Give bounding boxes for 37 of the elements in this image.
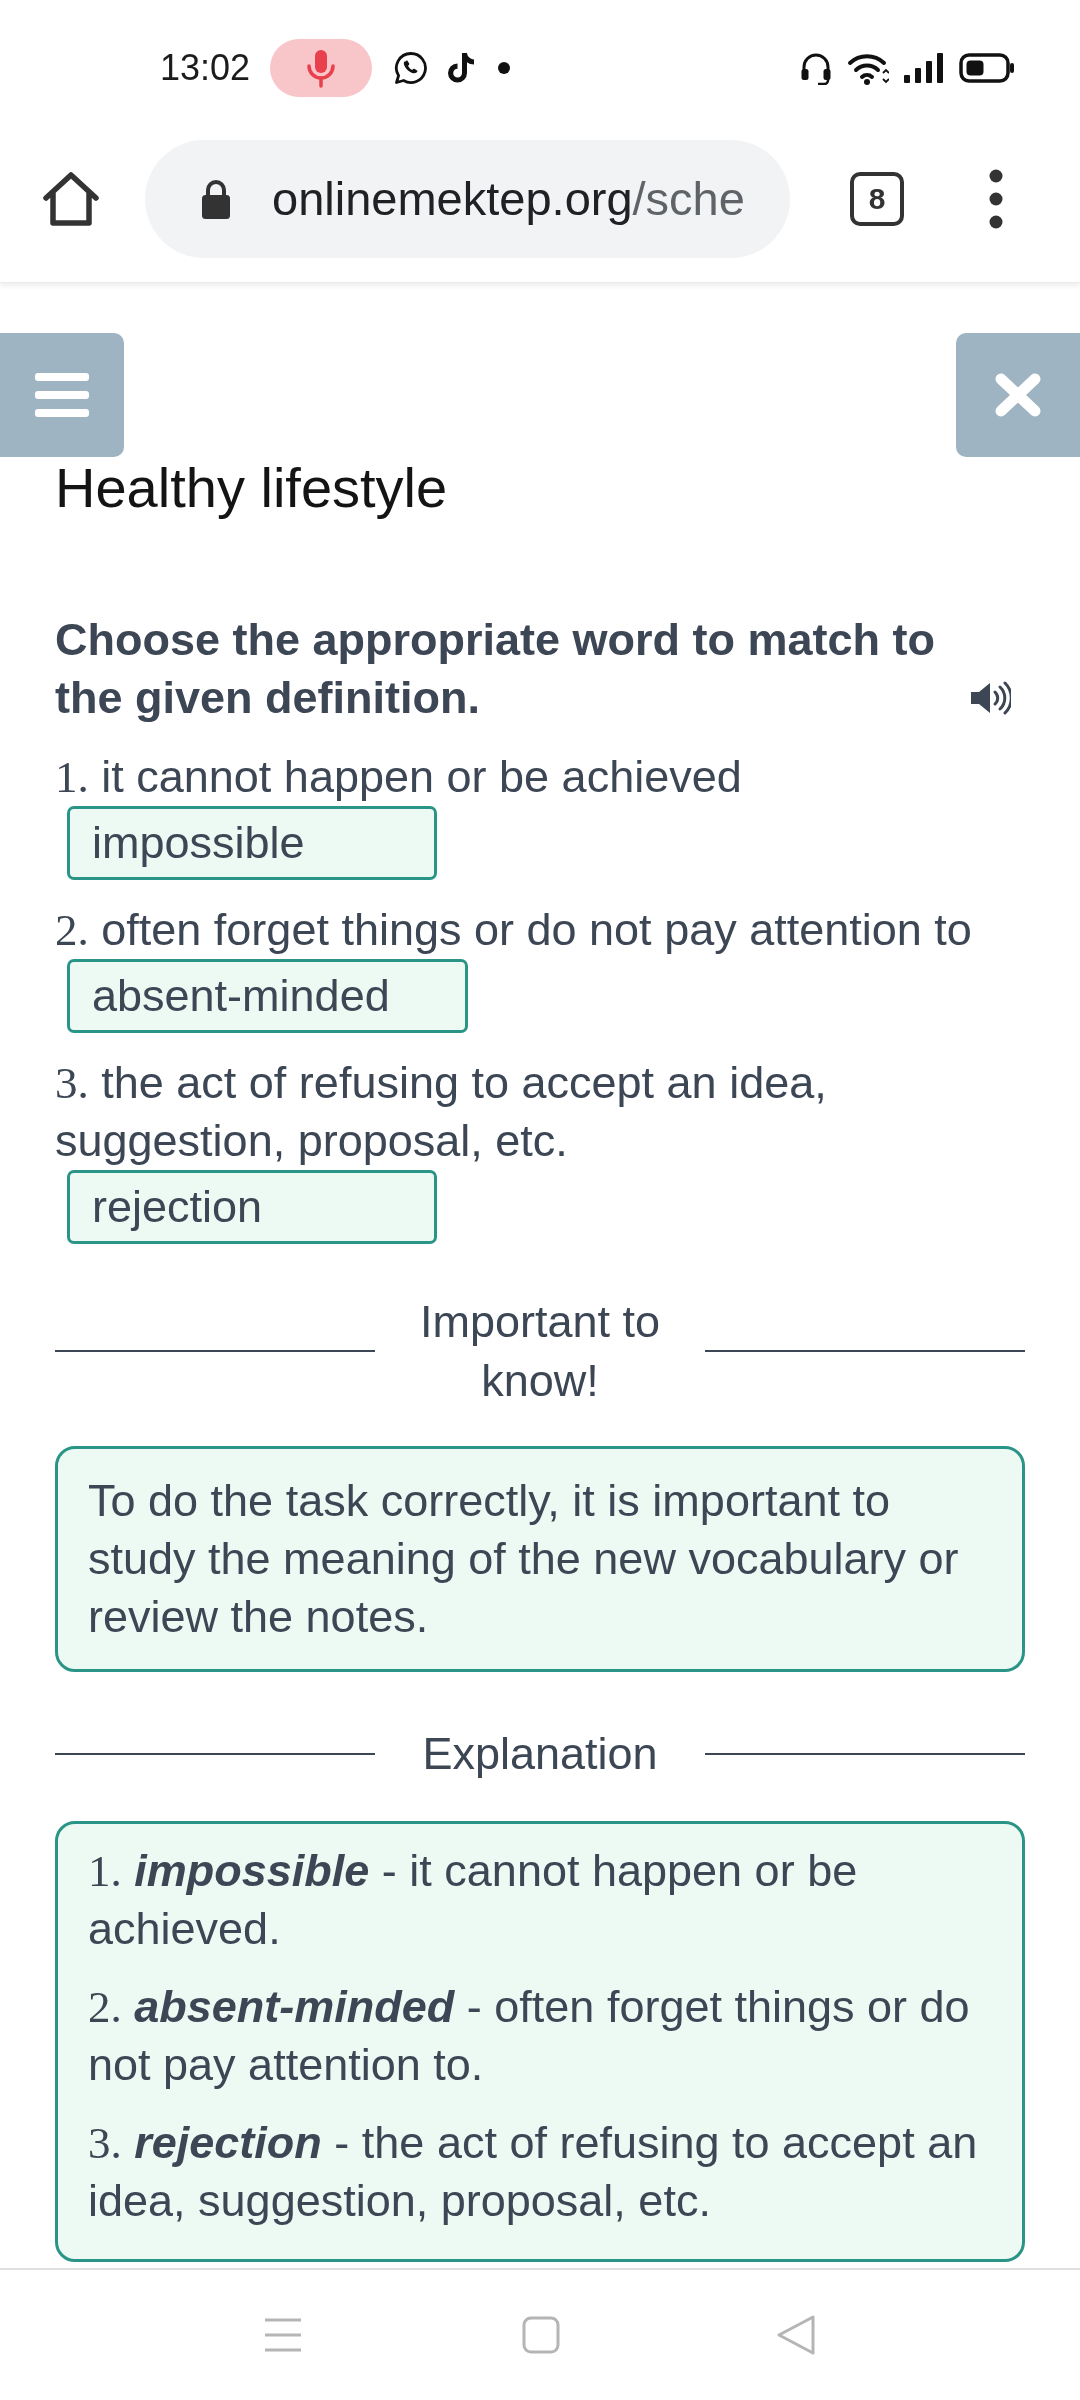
answer-field[interactable]: absent-minded [67, 959, 468, 1033]
page-title: Healthy lifestyle [55, 455, 448, 521]
url-text: onlinemektep.org/sche [272, 171, 745, 226]
battery-icon [959, 53, 1015, 83]
clock-time: 13:02 [160, 47, 251, 89]
chat-phone-icon [394, 51, 429, 85]
question-text: 2. often forget things or do not pay attention to [55, 903, 972, 957]
answer-field[interactable]: impossible [67, 806, 437, 880]
home-icon[interactable] [42, 170, 100, 227]
menu-icon [35, 373, 89, 417]
back-icon[interactable] [775, 2314, 817, 2356]
tab-switcher-button[interactable]: 8 [850, 171, 904, 226]
section-heading: Explanation [422, 1727, 658, 1781]
close-icon [994, 373, 1042, 417]
explanation-text: 2. absent-minded - often forget things or do not pay attention to. [88, 1980, 971, 2092]
microphone-icon [270, 39, 373, 97]
more-options-icon[interactable] [989, 168, 1003, 229]
wifi-icon [847, 51, 889, 85]
music-note-icon [448, 52, 477, 84]
question-text: 3. the act of refusing to accept an idea, suggestion, proposal, etc. [55, 1056, 828, 1168]
section-heading: Important to know! [418, 1295, 662, 1408]
address-bar[interactable]: onlinemektep.org/sche [145, 139, 790, 258]
instruction-text: Choose the appropriate word to match to the given definition. [55, 613, 937, 725]
headset-icon [800, 51, 832, 85]
close-button[interactable] [956, 333, 1080, 457]
info-note: To do the task correctly, it is important to study the meaning of the new vocabulary or review the notes. [55, 1446, 1025, 1672]
lock-icon [200, 177, 232, 220]
signal-icon [904, 53, 944, 83]
speaker-icon[interactable] [969, 680, 1011, 716]
square-icon[interactable] [522, 2316, 560, 2354]
answer-field[interactable]: rejection [67, 1170, 437, 1244]
notification-dot-icon [498, 62, 511, 74]
explanation-text: 3. rejection - the act of refusing to accept an idea, suggestion, proposal, etc. [88, 2116, 979, 2228]
explanation-text: 1. impossible - it cannot happen or be achieved. [88, 1844, 859, 1956]
menu-button[interactable] [0, 333, 124, 457]
question-text: 1. it cannot happen or be achieved [55, 750, 742, 804]
menu-icon[interactable] [265, 2318, 301, 2352]
